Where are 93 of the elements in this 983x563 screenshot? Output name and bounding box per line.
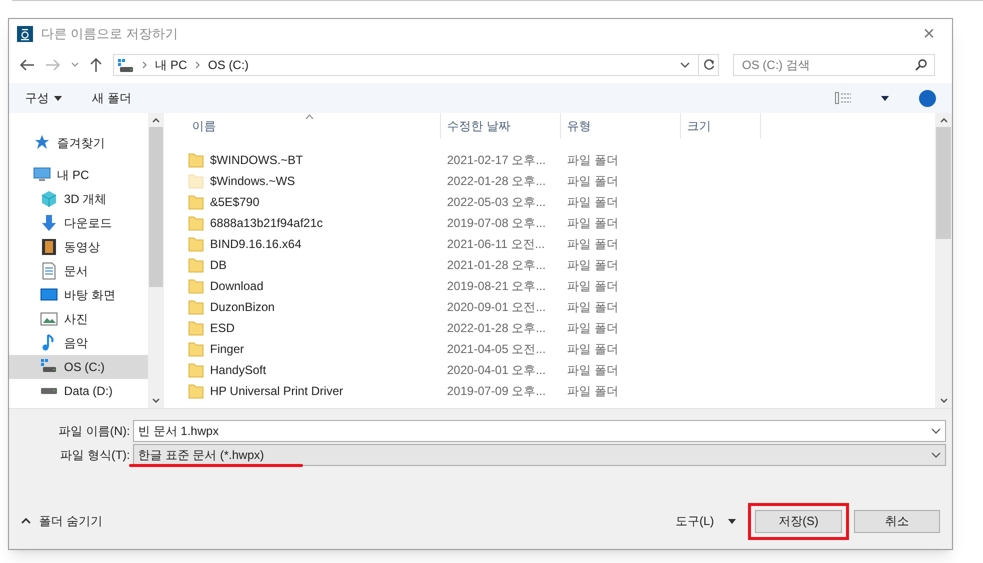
date-cell-text: 2020-04-01 오후... <box>446 362 547 378</box>
back-arrow-icon[interactable] <box>19 58 35 72</box>
tools-button[interactable]: 도구(L) <box>675 512 714 530</box>
type-cell-text: 파일 폴더 <box>566 340 620 358</box>
scrollbar-thumb[interactable] <box>149 127 163 287</box>
sidebar-item[interactable]: 문서 <box>9 259 148 283</box>
date-cell-text: 2022-01-28 오후... <box>446 320 547 336</box>
type-cell-text: 파일 폴더 <box>566 320 620 336</box>
date-cell-text: 2021-06-11 오전... <box>446 236 546 252</box>
refresh-icon[interactable] <box>702 59 714 71</box>
date-cell-text: 2019-07-08 오후... <box>446 214 547 232</box>
caret-down-icon[interactable] <box>881 96 889 100</box>
file-name[interactable]: &5E$790 <box>210 192 260 210</box>
breadcrumb-item[interactable]: 내 PC <box>155 56 188 74</box>
file-name[interactable]: Download <box>210 276 264 294</box>
close-button[interactable]: × <box>914 24 944 44</box>
down-arrow-icon <box>40 214 58 232</box>
type-cell-text: 파일 폴더 <box>566 382 620 400</box>
sidebar-item[interactable]: 다운로드 <box>9 211 148 235</box>
date-cell-text: 2019-07-09 오후... <box>446 382 547 400</box>
file-name[interactable]: $WINDOWS.~BT <box>210 150 304 168</box>
sidebar-item[interactable]: 3D 개체 <box>9 187 148 211</box>
search-icon <box>915 59 927 71</box>
film-icon <box>40 238 58 256</box>
type-cell-text: 파일 폴더 <box>566 236 620 252</box>
file-name[interactable]: DB <box>210 256 227 274</box>
date-cell-text: 2021-01-28 오후... <box>446 256 547 274</box>
cube-icon <box>40 190 58 208</box>
type-cell-text: 파일 폴더 <box>566 214 620 232</box>
date-cell-text: 2022-01-28 오후... <box>446 172 547 190</box>
save-button[interactable]: 저장(S) <box>755 510 842 532</box>
file-name[interactable]: Finger <box>210 340 244 358</box>
window-title: 다른 이름으로 저장하기 <box>41 25 178 44</box>
chevron-right-icon <box>142 61 147 69</box>
view-options-icon[interactable] <box>835 92 851 104</box>
chevron-up-icon <box>21 518 31 524</box>
monitor-icon <box>33 166 51 184</box>
date-cell-text: 2019-08-21 오후... <box>446 278 547 294</box>
sidebar-item[interactable]: 내 PC <box>9 163 148 187</box>
column-header[interactable]: 이름 <box>186 113 441 139</box>
sidebar-item[interactable]: 음악 <box>9 331 148 355</box>
new-folder-button[interactable]: 새 폴더 <box>92 89 132 107</box>
organize-button[interactable]: 구성 <box>25 89 62 107</box>
scrollbar[interactable] <box>935 113 952 408</box>
sidebar-item[interactable]: 즐겨찾기 <box>9 131 148 155</box>
breadcrumb-item[interactable]: OS (C:) <box>208 56 249 74</box>
date-cell-text: 2022-05-03 오후... <box>446 194 547 210</box>
sidebar-item[interactable]: OS (C:) <box>9 355 148 379</box>
date-cell-text: 2021-02-17 오후... <box>446 152 547 168</box>
sidebar-item[interactable]: 동영상 <box>9 235 148 259</box>
scrollbar[interactable] <box>148 113 164 408</box>
caret-down-icon[interactable] <box>728 518 736 524</box>
sidebar-item[interactable]: 바탕 화면 <box>9 283 148 307</box>
drive-icon <box>117 58 134 72</box>
file-name[interactable]: $Windows.~WS <box>210 172 296 190</box>
type-cell-text: 파일 폴더 <box>566 152 620 168</box>
file-name[interactable]: 6888a13b21f94af21c <box>210 214 323 232</box>
column-header[interactable]: 유형 <box>561 113 681 139</box>
field-label: 파일 형식(T): <box>59 447 131 464</box>
date-cell-text: 2021-04-05 오전... <box>446 340 547 358</box>
type-cell-text: 파일 폴더 <box>566 256 620 274</box>
star-icon <box>33 134 51 152</box>
type-cell-text: 파일 폴더 <box>566 298 620 316</box>
cancel-button[interactable]: 취소 <box>854 510 940 532</box>
up-arrow-icon[interactable] <box>89 57 103 73</box>
search-field[interactable]: OS (C:) 검색 <box>733 54 935 76</box>
file-name[interactable]: HP Universal Print Driver <box>210 382 344 400</box>
file-name[interactable]: DuzonBizon <box>210 298 275 316</box>
drive-icon <box>40 387 58 395</box>
scrollbar-thumb[interactable] <box>936 127 951 239</box>
file-name[interactable]: ESD <box>210 318 235 336</box>
app-logo-icon <box>17 26 33 42</box>
column-header[interactable]: 크기 <box>681 113 761 139</box>
hide-folders-button[interactable]: 폴더 숨기기 <box>21 512 102 530</box>
sidebar-item[interactable]: Data (D:) <box>9 379 148 403</box>
type-cell-text: 파일 폴더 <box>566 194 620 210</box>
sort-indicator-icon <box>305 114 314 119</box>
picture-icon <box>40 310 58 328</box>
file-name-field[interactable]: 빈 문서 1.hwpx <box>133 420 946 442</box>
field-label: 파일 이름(N): <box>58 423 131 440</box>
caret-down-icon <box>54 96 62 100</box>
type-cell-text: 파일 폴더 <box>566 172 620 190</box>
chevron-right-icon <box>195 61 200 69</box>
document-icon <box>40 262 58 280</box>
date-cell-text: 2020-09-01 오전... <box>446 298 547 316</box>
file-name[interactable]: BIND9.16.16.x64 <box>210 234 302 252</box>
sidebar-item[interactable]: 사진 <box>9 307 148 331</box>
address-bar[interactable]: 내 PC OS (C:) <box>113 54 719 76</box>
column-header[interactable]: 수정한 날짜 <box>441 113 561 139</box>
type-cell-text: 파일 폴더 <box>566 362 620 378</box>
file-type-dropdown[interactable]: 한글 표준 문서 (*.hwpx) <box>133 444 946 466</box>
file-name[interactable]: HandySoft <box>210 360 266 378</box>
type-cell-text: 파일 폴더 <box>566 278 620 294</box>
